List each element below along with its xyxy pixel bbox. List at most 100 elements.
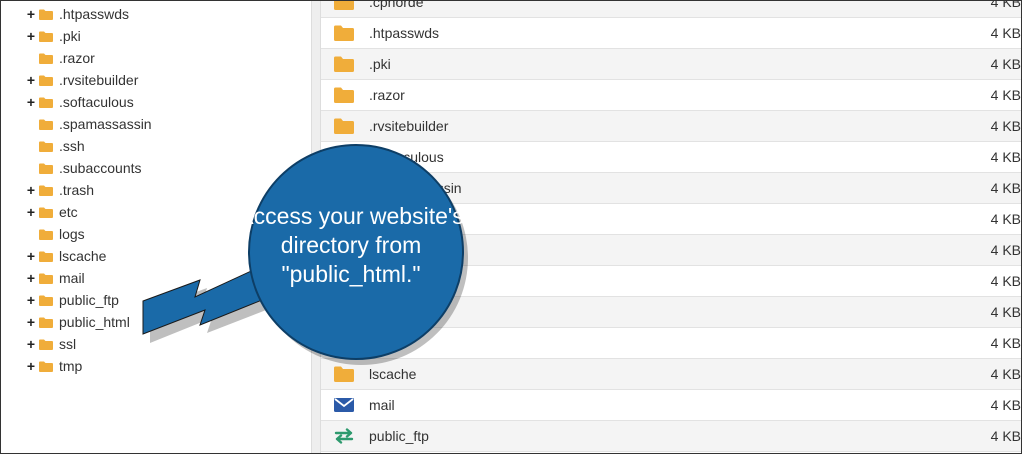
tree-item-public-ftp[interactable]: + public_ftp xyxy=(25,289,119,311)
expand-toggle-icon[interactable]: + xyxy=(25,293,37,307)
file-name[interactable]: .rvsitebuilder xyxy=(369,118,448,134)
folder-icon xyxy=(39,97,53,108)
file-size: 4 KB xyxy=(990,335,1021,351)
file-row[interactable]: public_ftp 4 KB xyxy=(321,421,1021,452)
file-row[interactable]: .razor 4 KB xyxy=(321,80,1021,111)
file-size: 4 KB xyxy=(990,118,1021,134)
expand-toggle-icon[interactable]: + xyxy=(25,95,37,109)
expand-toggle-icon[interactable]: + xyxy=(25,271,37,285)
tree-item-label: lscache xyxy=(59,248,107,264)
tree-item-ssh[interactable]: .ssh xyxy=(25,135,85,157)
folder-icon xyxy=(334,180,354,196)
file-row[interactable]: 4 KB xyxy=(321,297,1021,328)
callout-text: Access your website's directory from "pu… xyxy=(238,203,464,287)
expand-toggle-icon[interactable]: + xyxy=(25,359,37,373)
tree-item-label: public_ftp xyxy=(59,292,119,308)
tree-item-tmp[interactable]: + tmp xyxy=(25,355,82,377)
folder-icon xyxy=(39,53,53,64)
file-row[interactable]: mail 4 KB xyxy=(321,390,1021,421)
file-name[interactable]: .softaculous xyxy=(369,149,444,165)
file-name[interactable]: .spamassassin xyxy=(369,180,462,196)
tree-item-label: .rvsitebuilder xyxy=(59,72,139,88)
file-row[interactable]: lscache 4 KB xyxy=(321,359,1021,390)
folder-icon xyxy=(39,295,53,306)
tree-item-razor[interactable]: .razor xyxy=(25,47,95,69)
tree-item-rvsitebuilder[interactable]: + .rvsitebuilder xyxy=(25,69,138,91)
folder-icon xyxy=(334,149,354,165)
tree-item-label: .htpasswds xyxy=(59,6,130,22)
expand-toggle-icon[interactable]: + xyxy=(25,183,37,197)
file-size: 4 KB xyxy=(990,211,1021,227)
file-name[interactable]: .cpnorde xyxy=(369,1,423,10)
folder-icon xyxy=(39,141,53,152)
file-manager-window: + .htpasswds + .pki .razor + .rvsitebuilder + .s… xyxy=(0,0,1022,454)
file-size: 4 KB xyxy=(990,428,1021,444)
tree-item-ssl[interactable]: + ssl xyxy=(25,333,76,355)
tree-item-label: tmp xyxy=(59,358,83,374)
file-size: 4 KB xyxy=(990,149,1021,165)
tree-item-label: .spamassassin xyxy=(59,116,152,132)
file-size: 4 KB xyxy=(990,25,1021,41)
tree-item-label: .pki xyxy=(59,28,81,44)
tree-item-subaccounts[interactable]: .subaccounts xyxy=(25,157,142,179)
file-row[interactable]: .cpnorde 4 KB xyxy=(321,1,1021,18)
tree-item-label: .softaculous xyxy=(59,94,134,110)
tree-item-htpasswds[interactable]: + .htpasswds xyxy=(25,3,129,25)
file-size: 4 KB xyxy=(990,273,1021,289)
expand-toggle-icon[interactable]: + xyxy=(25,337,37,351)
file-size: 4 KB xyxy=(990,366,1021,382)
file-row[interactable]: .spamassassin 4 KB xyxy=(321,173,1021,204)
file-size: 4 KB xyxy=(990,87,1021,103)
tree-item-softaculous[interactable]: + .softaculous xyxy=(25,91,134,113)
tree-item-etc[interactable]: + etc xyxy=(25,201,78,223)
folder-icon xyxy=(334,366,354,382)
folder-icon xyxy=(39,229,53,240)
folder-icon xyxy=(39,31,53,42)
file-name[interactable]: mail xyxy=(369,397,395,413)
file-name[interactable]: lscache xyxy=(369,366,416,382)
expand-toggle-icon[interactable]: + xyxy=(25,73,37,87)
file-size: 4 KB xyxy=(990,242,1021,258)
file-name[interactable]: .htpasswds xyxy=(369,25,439,41)
file-size: 4 KB xyxy=(990,56,1021,72)
tree-item-spamassassin[interactable]: .spamassassin xyxy=(25,113,152,135)
tree-item-label: public_html xyxy=(59,314,130,330)
mail-icon xyxy=(334,398,354,412)
folder-icon xyxy=(334,118,354,134)
tree-item-lscache[interactable]: + lscache xyxy=(25,245,107,267)
file-name[interactable]: .razor xyxy=(369,87,405,103)
folder-icon xyxy=(334,25,354,41)
expand-toggle-icon[interactable]: + xyxy=(25,205,37,219)
file-name[interactable]: .pki xyxy=(369,56,391,72)
tree-item-trash[interactable]: + .trash xyxy=(25,179,94,201)
tree-item-pki[interactable]: + .pki xyxy=(25,25,81,47)
file-row[interactable]: 4 KB xyxy=(321,328,1021,359)
file-row[interactable]: .softaculous 4 KB xyxy=(321,142,1021,173)
expand-toggle-icon[interactable]: + xyxy=(25,29,37,43)
folder-icon xyxy=(334,304,354,320)
file-size: 4 KB xyxy=(990,397,1021,413)
folder-icon xyxy=(39,317,53,328)
tree-item-logs[interactable]: logs xyxy=(25,223,85,245)
file-row[interactable]: .pki 4 KB xyxy=(321,49,1021,80)
folder-icon xyxy=(39,361,53,372)
folder-icon xyxy=(334,335,354,351)
tree-item-mail[interactable]: + mail xyxy=(25,267,85,289)
folder-icon xyxy=(39,339,53,350)
file-row[interactable]: .rvsitebuilder 4 KB xyxy=(321,111,1021,142)
transfer-arrows-icon xyxy=(334,428,354,444)
file-size: 4 KB xyxy=(990,180,1021,196)
file-name[interactable]: public_ftp xyxy=(369,428,429,444)
file-row[interactable]: .htpasswds 4 KB xyxy=(321,18,1021,49)
expand-toggle-icon[interactable]: + xyxy=(25,7,37,21)
folder-icon xyxy=(39,119,53,130)
folder-icon xyxy=(334,56,354,72)
folder-icon xyxy=(39,75,53,86)
folder-icon xyxy=(39,273,53,284)
expand-toggle-icon[interactable]: + xyxy=(25,315,37,329)
expand-toggle-icon[interactable]: + xyxy=(25,249,37,263)
tree-item-public-html[interactable]: + public_html xyxy=(25,311,130,333)
folder-icon xyxy=(39,163,53,174)
tree-item-label: mail xyxy=(59,270,85,286)
tree-item-label: etc xyxy=(59,204,78,220)
